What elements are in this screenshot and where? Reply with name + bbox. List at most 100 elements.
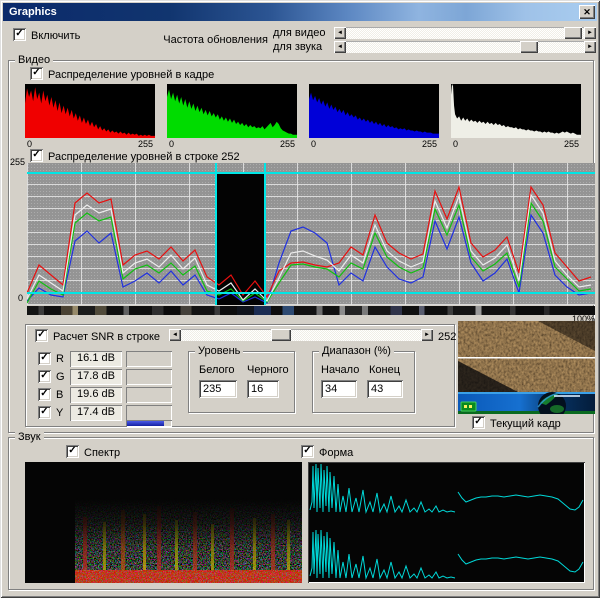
snr-g-label: G	[56, 371, 65, 383]
window-title: Graphics	[9, 6, 57, 18]
white-level-line	[27, 172, 595, 174]
shape-checkbox[interactable]: ✓	[301, 445, 314, 458]
current-frame-preview	[458, 321, 595, 414]
line-distribution-checkbox[interactable]: ✓	[30, 149, 43, 162]
black-level-line	[27, 292, 595, 294]
snr-checkbox[interactable]: ✓	[35, 329, 48, 342]
hist-green-max: 255	[280, 140, 295, 149]
shape-label: Форма	[319, 447, 353, 459]
snr-line-thumb[interactable]	[271, 329, 291, 341]
waveform-ch1-burst	[310, 464, 455, 512]
snr-r-label: R	[56, 353, 64, 365]
histogram-luma	[451, 84, 581, 138]
frame-distribution-label: Распределение уровней в кадре	[48, 69, 214, 81]
snr-r-bar	[126, 351, 172, 367]
snr-line-value: 252	[438, 331, 456, 343]
level-group: Уровень Белого Черного 235 16	[188, 351, 295, 413]
histogram-blue	[309, 84, 439, 138]
hist-blue-min: 0	[311, 140, 316, 149]
line252-red-trace	[27, 187, 591, 297]
histogram-red-bars	[25, 87, 155, 138]
snr-y-label: Y	[56, 407, 63, 419]
black-level-label: Черного	[247, 364, 289, 376]
snr-g-value: 17.8 dB	[70, 369, 122, 385]
snr-g-bar	[126, 369, 172, 385]
black-level-field[interactable]: 16	[247, 380, 279, 398]
enable-checkbox[interactable]: ✓	[13, 28, 26, 41]
slider-left-arrow-icon[interactable]: ◄	[334, 27, 346, 39]
close-icon: ✕	[583, 7, 591, 17]
sound-group-label: Звук	[15, 431, 44, 443]
snr-r-checkbox[interactable]: ✓	[38, 352, 51, 365]
freq-video-label: для видео	[273, 27, 326, 39]
slider-right-arrow-icon[interactable]: ►	[584, 27, 596, 39]
check-icon: ✓	[40, 388, 48, 399]
hist-luma-max: 255	[564, 140, 579, 149]
chart-axis-max: 255	[10, 158, 25, 167]
waveform-ch2-envelope	[458, 554, 583, 572]
frame-distribution-checkbox[interactable]: ✓	[30, 67, 43, 80]
video-frequency-slider[interactable]: ◄ ►	[334, 27, 596, 39]
audio-spectrogram	[25, 462, 302, 583]
snr-b-value: 19.6 dB	[70, 387, 122, 403]
snr-y-checkbox[interactable]: ✓	[38, 406, 51, 419]
histogram-green-bars	[167, 89, 297, 138]
check-icon: ✓	[40, 352, 48, 363]
range-start-label: Начало	[321, 364, 359, 376]
close-button[interactable]: ✕	[579, 5, 595, 19]
level-group-label: Уровень	[195, 345, 243, 357]
snr-progress-bar	[126, 420, 172, 427]
range-start-line	[215, 163, 217, 305]
freq-audio-label: для звука	[273, 41, 322, 53]
spectrum-label: Спектр	[84, 447, 120, 459]
check-icon: ✓	[40, 406, 48, 417]
waveform-ch1-envelope	[458, 492, 583, 510]
range-end-label: Конец	[369, 364, 400, 376]
current-frame-label: Текущий кадр	[490, 418, 561, 430]
white-level-label: Белого	[199, 364, 235, 376]
check-icon: ✓	[15, 28, 23, 39]
snr-b-bar	[126, 387, 172, 403]
check-icon: ✓	[474, 416, 482, 427]
video-frequency-thumb[interactable]	[564, 27, 582, 39]
line252-white-trace	[27, 195, 591, 301]
snr-b-checkbox[interactable]: ✓	[38, 388, 51, 401]
check-icon: ✓	[32, 149, 40, 160]
audio-waveform	[308, 462, 585, 583]
range-end-line	[264, 163, 266, 305]
line-distribution-label: Распределение уровней в строке 252	[48, 151, 240, 163]
hist-green-min: 0	[169, 140, 174, 149]
histogram-red	[25, 84, 155, 138]
current-frame-checkbox[interactable]: ✓	[472, 416, 485, 429]
spectrum-checkbox[interactable]: ✓	[66, 445, 79, 458]
slider-right-arrow-icon[interactable]: ►	[421, 329, 433, 341]
snr-b-label: B	[56, 389, 63, 401]
check-icon: ✓	[37, 329, 45, 340]
white-level-field[interactable]: 235	[199, 380, 237, 398]
snr-label: Расчет SNR в строке	[53, 331, 160, 343]
audio-frequency-slider[interactable]: ◄ ►	[334, 41, 596, 53]
hist-blue-max: 255	[422, 140, 437, 149]
title-bar[interactable]: Graphics	[3, 3, 597, 21]
chart-axis-min: 0	[18, 294, 23, 303]
check-icon: ✓	[303, 445, 311, 456]
check-icon: ✓	[40, 370, 48, 381]
snr-y-value: 17.4 dB	[70, 405, 122, 421]
slider-left-arrow-icon[interactable]: ◄	[169, 329, 181, 341]
histogram-green	[167, 84, 297, 138]
snr-line-slider[interactable]: ◄ ►	[169, 329, 433, 341]
slider-left-arrow-icon[interactable]: ◄	[334, 41, 346, 53]
check-icon: ✓	[32, 67, 40, 78]
histogram-blue-bars	[309, 93, 439, 138]
histogram-luma-bars	[451, 84, 581, 138]
snr-g-checkbox[interactable]: ✓	[38, 370, 51, 383]
freq-label: Частота обновления	[158, 34, 268, 46]
range-end-field[interactable]: 43	[367, 380, 403, 398]
video-line-pixel-strip	[27, 306, 595, 315]
audio-frequency-thumb[interactable]	[520, 41, 538, 53]
waveform-ch2-burst	[310, 530, 455, 578]
slider-right-arrow-icon[interactable]: ►	[584, 41, 596, 53]
snr-progress-fill	[127, 421, 164, 426]
range-start-field[interactable]: 34	[321, 380, 357, 398]
range-group: Диапазон (%) Начало Конец 34 43	[312, 351, 415, 413]
